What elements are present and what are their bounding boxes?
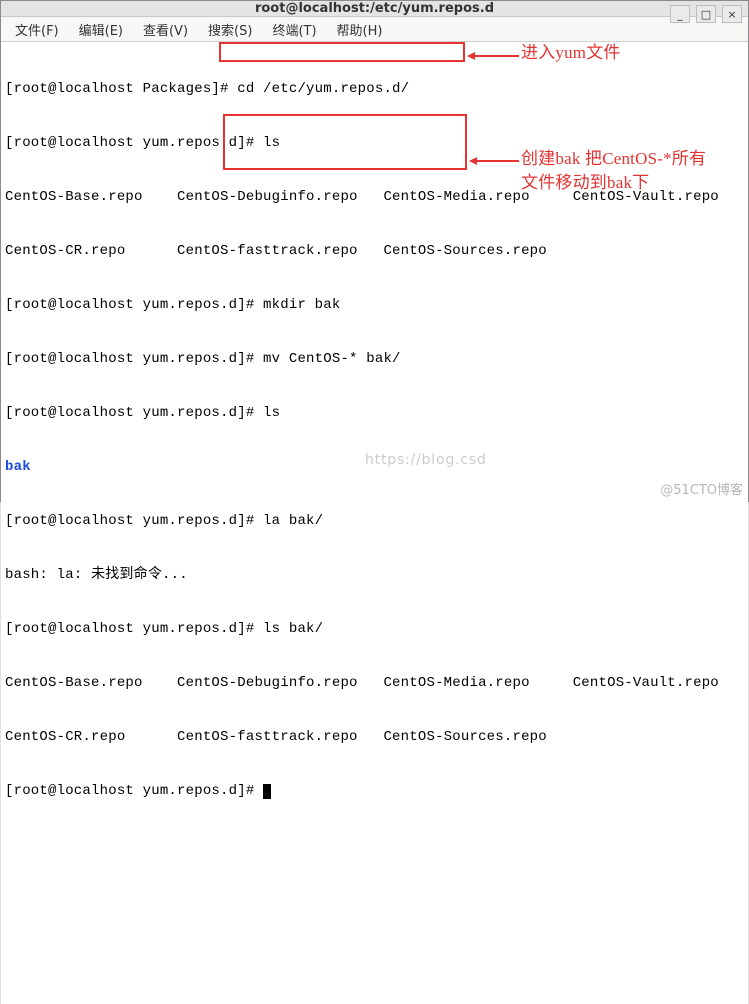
terminal-content[interactable]: [root@localhost Packages]# cd /etc/yum.r… <box>1 42 748 1004</box>
menu-view[interactable]: 查看(V) <box>135 17 196 42</box>
directory-name: bak <box>5 459 31 475</box>
terminal-line: [root@localhost yum.repos.d]# mv CentOS-… <box>5 350 744 368</box>
terminal-line: [root@localhost yum.repos.d]# ls <box>5 134 744 152</box>
terminal-line: bash: la: 未找到命令... <box>5 566 744 584</box>
window-controls: _ □ × <box>670 5 742 23</box>
terminal-line: CentOS-Base.repo CentOS-Debuginfo.repo C… <box>5 188 744 206</box>
terminal-line: CentOS-CR.repo CentOS-fasttrack.repo Cen… <box>5 242 744 260</box>
terminal-line: [root@localhost yum.repos.d]# ls bak/ <box>5 620 744 638</box>
annotation-arrow-2 <box>469 157 517 167</box>
prompt-line: [root@localhost yum.repos.d]# <box>5 783 263 799</box>
terminal-line: bak <box>5 458 744 476</box>
terminal-line: CentOS-Base.repo CentOS-Debuginfo.repo C… <box>5 674 744 692</box>
terminal-line: [root@localhost yum.repos.d]# ls <box>5 404 744 422</box>
annotation-box-1 <box>219 42 465 62</box>
close-button[interactable]: × <box>722 5 742 23</box>
window-title: root@localhost:/etc/yum.repos.d <box>1 1 748 16</box>
terminal-line: CentOS-CR.repo CentOS-fasttrack.repo Cen… <box>5 728 744 746</box>
titlebar: root@localhost:/etc/yum.repos.d _ □ × <box>1 1 748 17</box>
menu-search[interactable]: 搜索(S) <box>200 17 260 42</box>
terminal-line: [root@localhost Packages]# cd /etc/yum.r… <box>5 80 744 98</box>
minimize-button[interactable]: _ <box>670 5 690 23</box>
annotation-arrow-1 <box>467 52 517 62</box>
menu-help[interactable]: 帮助(H) <box>329 17 391 42</box>
terminal-window: root@localhost:/etc/yum.repos.d _ □ × 文件… <box>0 0 749 502</box>
terminal-line: [root@localhost yum.repos.d]# mkdir bak <box>5 296 744 314</box>
menubar: 文件(F) 编辑(E) 查看(V) 搜索(S) 终端(T) 帮助(H) <box>1 17 748 42</box>
annotation-text-1: 进入yum文件 <box>521 44 621 62</box>
maximize-button[interactable]: □ <box>696 5 716 23</box>
menu-terminal[interactable]: 终端(T) <box>264 17 324 42</box>
menu-file[interactable]: 文件(F) <box>7 17 67 42</box>
terminal-line: [root@localhost yum.repos.d]# <box>5 782 744 800</box>
terminal-line: [root@localhost yum.repos.d]# la bak/ <box>5 512 744 530</box>
annotation-text-2-line1: 创建bak 把CentOS-*所有 <box>521 150 706 168</box>
menu-edit[interactable]: 编辑(E) <box>71 17 131 42</box>
terminal-cursor <box>263 784 271 799</box>
